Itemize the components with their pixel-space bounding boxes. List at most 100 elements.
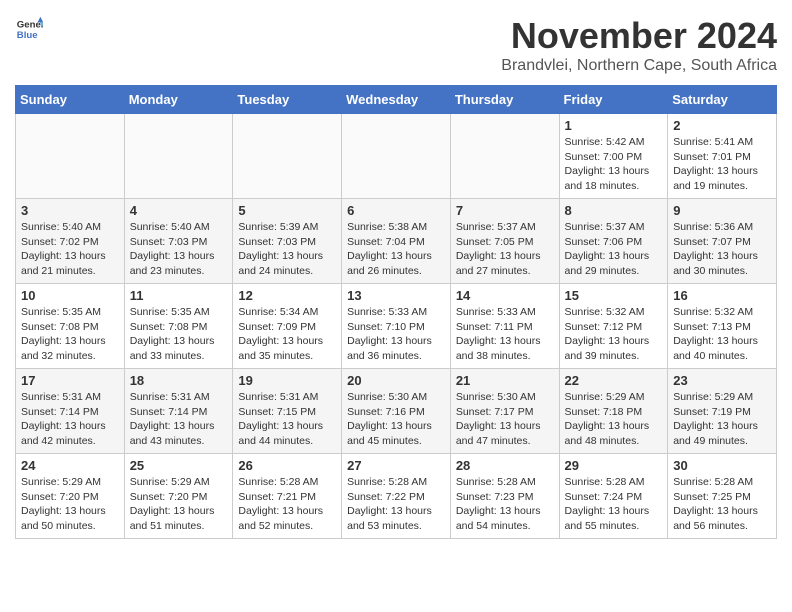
calendar-cell: 29 Sunrise: 5:28 AM Sunset: 7:24 PM Dayli… [559,454,668,539]
month-title: November 2024 [501,15,777,57]
calendar-cell: 21Sunrise: 5:30 AM Sunset: 7:17 PM Dayli… [450,369,559,454]
day-number: 13 [347,288,445,303]
day-info: Sunrise: 5:30 AM Sunset: 7:17 PM Dayligh… [456,390,554,449]
header: General Blue November 2024 Brandvlei, No… [15,15,777,75]
day-number: 24 [21,458,119,473]
location-title: Brandvlei, Northern Cape, South Africa [501,57,777,75]
day-number: 3 [21,203,119,218]
day-info: Sunrise: 5:29 AM Sunset: 7:20 PM Dayligh… [21,475,119,534]
day-info: Sunrise: 5:40 AM Sunset: 7:02 PM Dayligh… [21,220,119,279]
calendar-cell: 28 Sunrise: 5:28 AM Sunset: 7:23 PM Dayli… [450,454,559,539]
day-info: Sunrise: 5:31 AM Sunset: 7:14 PM Dayligh… [21,390,119,449]
calendar-cell [342,114,451,199]
day-number: 2 [673,118,771,133]
day-info: Sunrise: 5:41 AM Sunset: 7:01 PM Dayligh… [673,135,771,194]
day-info: Sunrise: 5:28 AM Sunset: 7:23 PM Dayligh… [456,475,554,534]
day-number: 19 [238,373,336,388]
day-info: Sunrise: 5:33 AM Sunset: 7:10 PM Dayligh… [347,305,445,364]
calendar-cell [124,114,233,199]
day-number: 18 [130,373,228,388]
calendar-cell: 14 Sunrise: 5:33 AM Sunset: 7:11 PM Dayli… [450,284,559,369]
calendar-cell: 26 Sunrise: 5:28 AM Sunset: 7:21 PM Dayli… [233,454,342,539]
calendar-cell: 27Sunrise: 5:28 AM Sunset: 7:22 PM Dayli… [342,454,451,539]
day-number: 22 [565,373,663,388]
day-number: 26 [238,458,336,473]
calendar-week-row: 17 Sunrise: 5:31 AM Sunset: 7:14 PM Dayli… [16,369,777,454]
day-number: 14 [456,288,554,303]
day-info: Sunrise: 5:30 AM Sunset: 7:16 PM Dayligh… [347,390,445,449]
day-info: Sunrise: 5:38 AM Sunset: 7:04 PM Dayligh… [347,220,445,279]
day-info: Sunrise: 5:28 AM Sunset: 7:25 PM Dayligh… [673,475,771,534]
day-number: 27 [347,458,445,473]
calendar-cell: 10Sunrise: 5:35 AM Sunset: 7:08 PM Dayli… [16,284,125,369]
calendar-week-row: 10Sunrise: 5:35 AM Sunset: 7:08 PM Dayli… [16,284,777,369]
day-info: Sunrise: 5:37 AM Sunset: 7:06 PM Dayligh… [565,220,663,279]
day-number: 8 [565,203,663,218]
day-info: Sunrise: 5:32 AM Sunset: 7:12 PM Dayligh… [565,305,663,364]
calendar-cell: 4 Sunrise: 5:40 AM Sunset: 7:03 PM Daylig… [124,199,233,284]
calendar-cell: 30 Sunrise: 5:28 AM Sunset: 7:25 PM Dayli… [668,454,777,539]
day-info: Sunrise: 5:33 AM Sunset: 7:11 PM Dayligh… [456,305,554,364]
calendar-cell: 13 Sunrise: 5:33 AM Sunset: 7:10 PM Dayli… [342,284,451,369]
weekday-header: Friday [559,86,668,114]
day-number: 20 [347,373,445,388]
weekday-header: Saturday [668,86,777,114]
day-info: Sunrise: 5:39 AM Sunset: 7:03 PM Dayligh… [238,220,336,279]
weekday-header: Wednesday [342,86,451,114]
calendar-cell [450,114,559,199]
day-info: Sunrise: 5:28 AM Sunset: 7:21 PM Dayligh… [238,475,336,534]
calendar-cell: 3 Sunrise: 5:40 AM Sunset: 7:02 PM Daylig… [16,199,125,284]
day-number: 5 [238,203,336,218]
calendar-cell: 9Sunrise: 5:36 AM Sunset: 7:07 PM Daylig… [668,199,777,284]
weekday-header-row: SundayMondayTuesdayWednesdayThursdayFrid… [16,86,777,114]
day-number: 6 [347,203,445,218]
calendar-cell [233,114,342,199]
calendar-week-row: 1 Sunrise: 5:42 AM Sunset: 7:00 PM Daylig… [16,114,777,199]
day-number: 17 [21,373,119,388]
day-info: Sunrise: 5:40 AM Sunset: 7:03 PM Dayligh… [130,220,228,279]
day-number: 25 [130,458,228,473]
calendar-week-row: 24 Sunrise: 5:29 AM Sunset: 7:20 PM Dayli… [16,454,777,539]
day-number: 16 [673,288,771,303]
day-number: 4 [130,203,228,218]
calendar-cell: 16 Sunrise: 5:32 AM Sunset: 7:13 PM Dayli… [668,284,777,369]
calendar-cell: 22 Sunrise: 5:29 AM Sunset: 7:18 PM Dayli… [559,369,668,454]
calendar-cell: 18 Sunrise: 5:31 AM Sunset: 7:14 PM Dayli… [124,369,233,454]
title-area: November 2024 Brandvlei, Northern Cape, … [501,15,777,75]
day-number: 23 [673,373,771,388]
day-info: Sunrise: 5:42 AM Sunset: 7:00 PM Dayligh… [565,135,663,194]
day-info: Sunrise: 5:29 AM Sunset: 7:18 PM Dayligh… [565,390,663,449]
day-number: 30 [673,458,771,473]
calendar-cell [16,114,125,199]
calendar-cell: 1 Sunrise: 5:42 AM Sunset: 7:00 PM Daylig… [559,114,668,199]
day-number: 15 [565,288,663,303]
day-number: 9 [673,203,771,218]
day-number: 11 [130,288,228,303]
weekday-header: Monday [124,86,233,114]
day-info: Sunrise: 5:31 AM Sunset: 7:14 PM Dayligh… [130,390,228,449]
day-number: 28 [456,458,554,473]
calendar-cell: 7Sunrise: 5:37 AM Sunset: 7:05 PM Daylig… [450,199,559,284]
calendar-cell: 24 Sunrise: 5:29 AM Sunset: 7:20 PM Dayli… [16,454,125,539]
day-number: 1 [565,118,663,133]
calendar-cell: 25 Sunrise: 5:29 AM Sunset: 7:20 PM Dayli… [124,454,233,539]
day-info: Sunrise: 5:28 AM Sunset: 7:24 PM Dayligh… [565,475,663,534]
day-info: Sunrise: 5:29 AM Sunset: 7:19 PM Dayligh… [673,390,771,449]
calendar-cell: 11Sunrise: 5:35 AM Sunset: 7:08 PM Dayli… [124,284,233,369]
calendar-table: SundayMondayTuesdayWednesdayThursdayFrid… [15,85,777,539]
logo: General Blue [15,15,43,43]
calendar-cell: 23 Sunrise: 5:29 AM Sunset: 7:19 PM Dayli… [668,369,777,454]
day-number: 29 [565,458,663,473]
calendar-cell: 15 Sunrise: 5:32 AM Sunset: 7:12 PM Dayli… [559,284,668,369]
weekday-header: Sunday [16,86,125,114]
day-number: 10 [21,288,119,303]
calendar-cell: 20 Sunrise: 5:30 AM Sunset: 7:16 PM Dayli… [342,369,451,454]
calendar-cell: 8 Sunrise: 5:37 AM Sunset: 7:06 PM Daylig… [559,199,668,284]
day-info: Sunrise: 5:34 AM Sunset: 7:09 PM Dayligh… [238,305,336,364]
weekday-header: Tuesday [233,86,342,114]
svg-text:Blue: Blue [17,30,38,41]
day-info: Sunrise: 5:29 AM Sunset: 7:20 PM Dayligh… [130,475,228,534]
logo-icon: General Blue [15,15,43,43]
day-info: Sunrise: 5:31 AM Sunset: 7:15 PM Dayligh… [238,390,336,449]
day-info: Sunrise: 5:32 AM Sunset: 7:13 PM Dayligh… [673,305,771,364]
